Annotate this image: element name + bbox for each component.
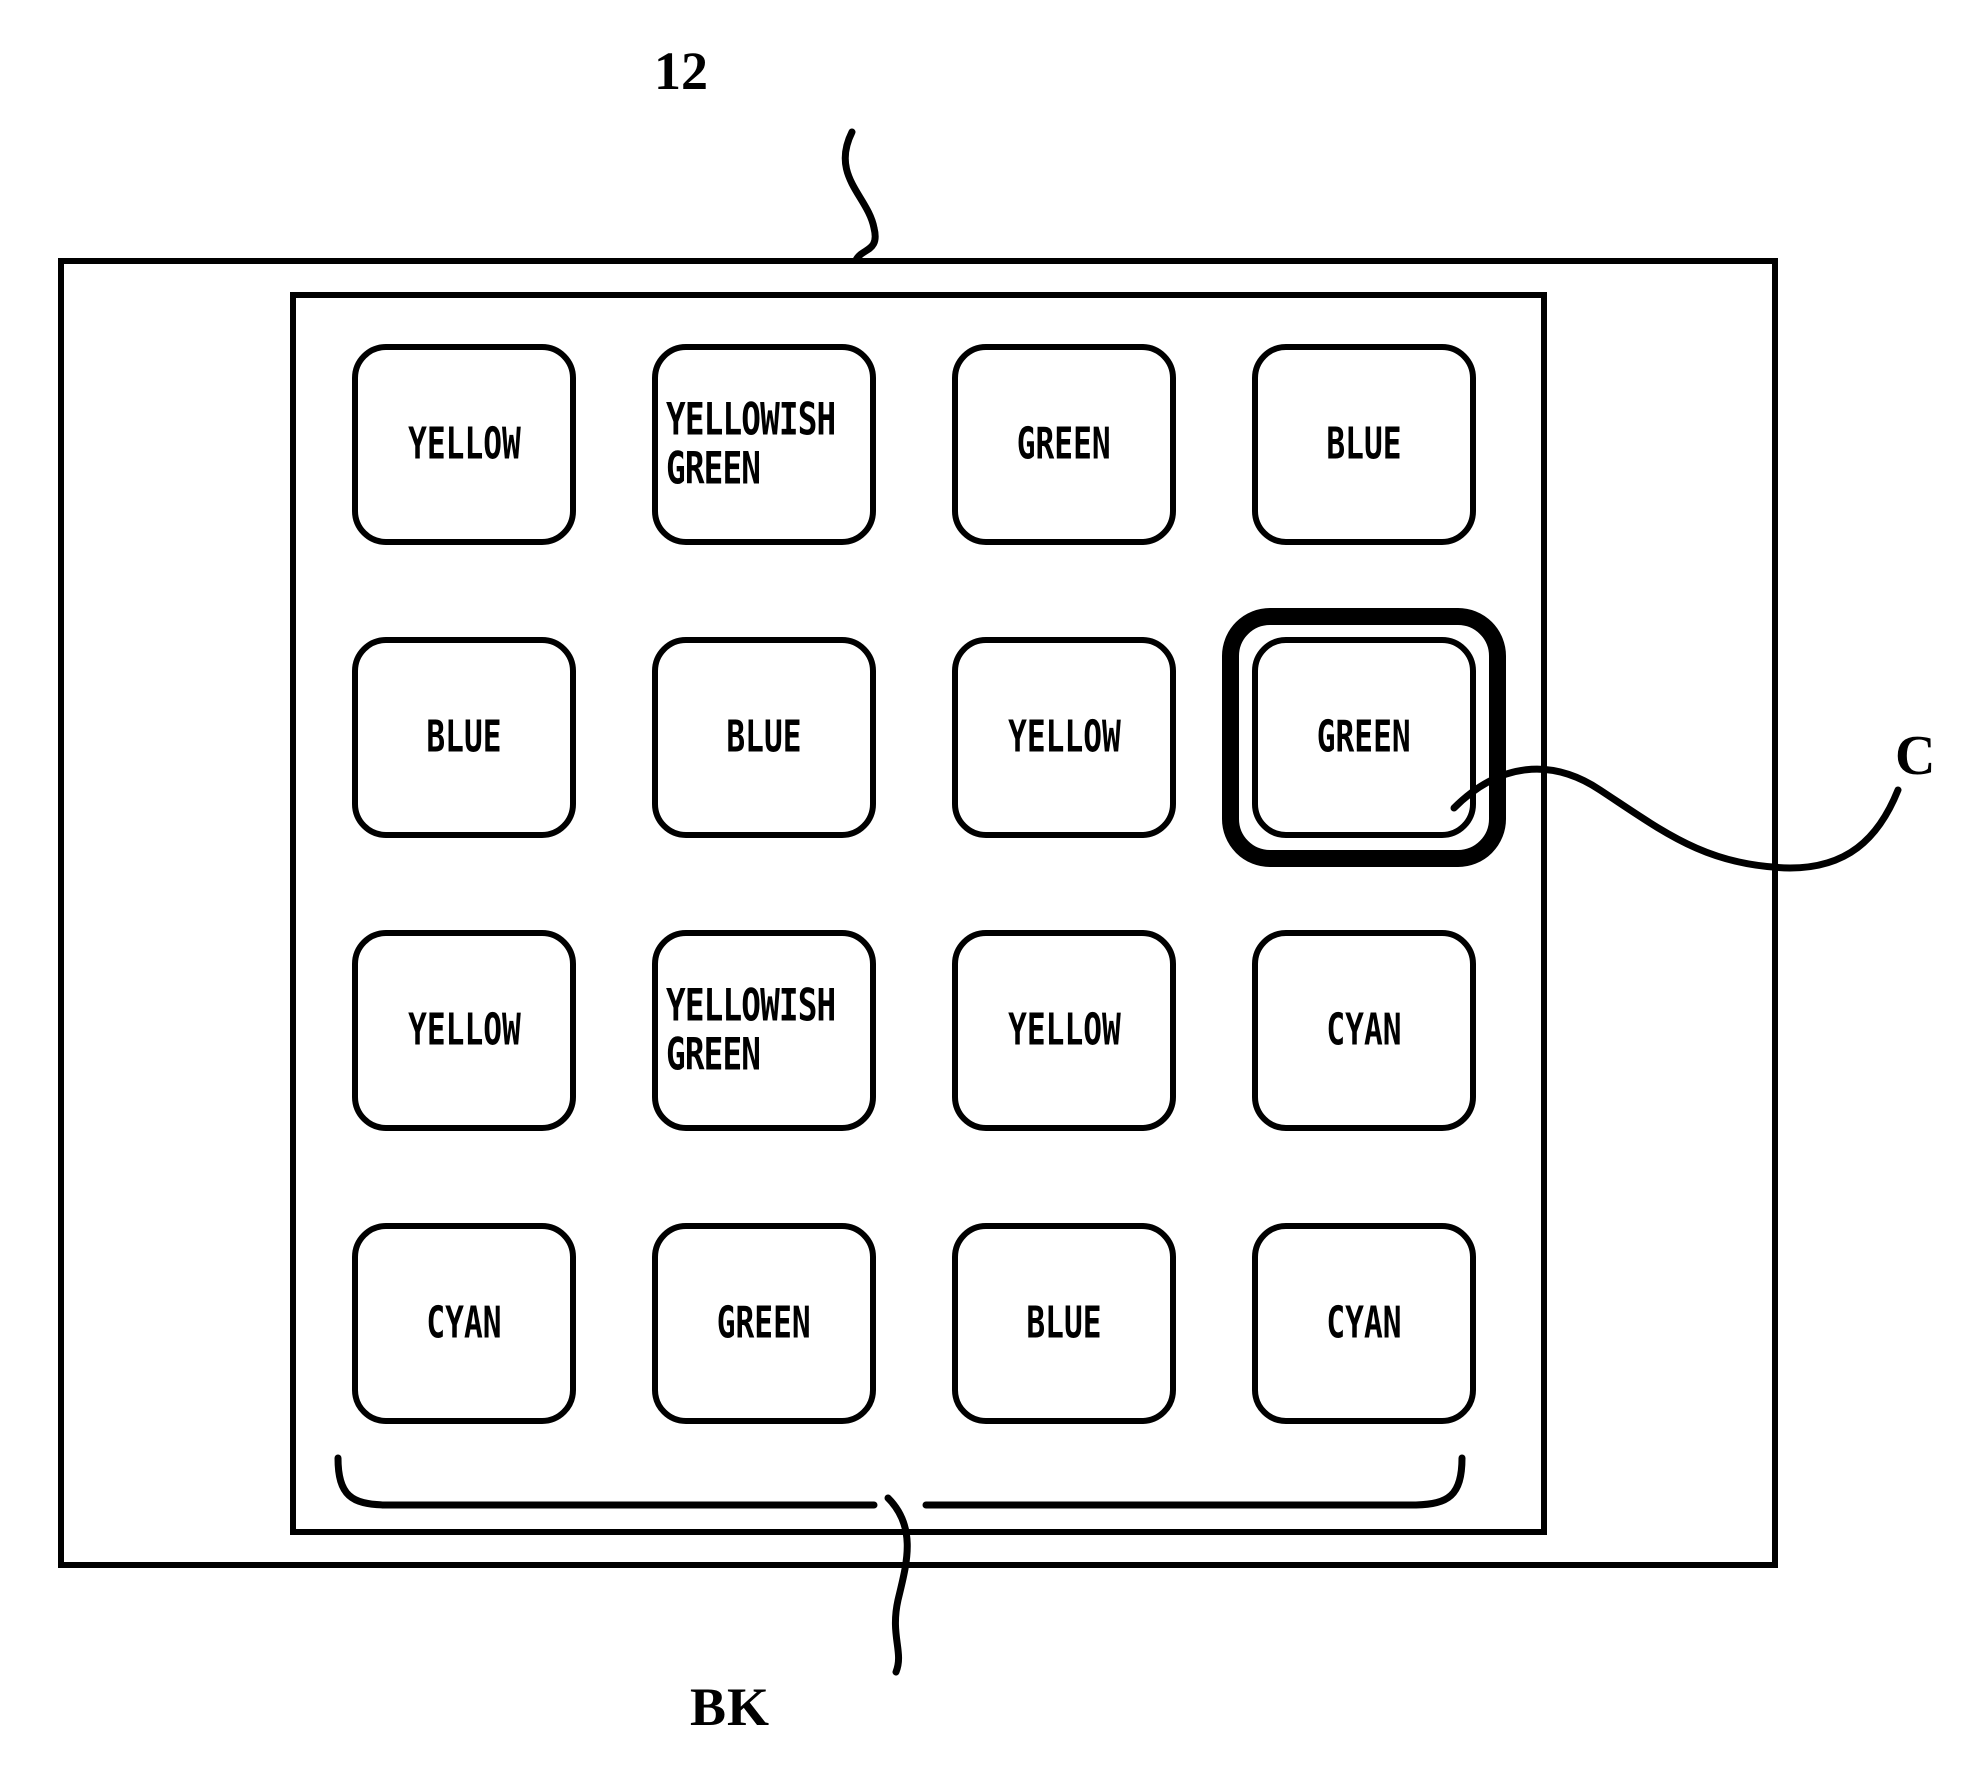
block-cell[interactable]: CYAN xyxy=(352,1223,576,1424)
color-block-label: GREEN xyxy=(1317,711,1411,763)
block-cell[interactable]: GREEN xyxy=(952,344,1176,545)
block-cell[interactable]: BLUE xyxy=(952,1223,1176,1424)
color-block[interactable]: GREEN xyxy=(952,344,1176,545)
color-block[interactable]: BLUE xyxy=(352,637,576,838)
color-block-label: YELLOW xyxy=(1007,1004,1121,1056)
color-block-label: CYAN xyxy=(426,1297,502,1349)
block-cell[interactable]: YELLOW xyxy=(352,344,576,545)
block-cell[interactable]: YELLOWISH GREEN xyxy=(652,344,876,545)
color-block[interactable]: GREEN xyxy=(1252,637,1476,838)
color-block-label: YELLOW xyxy=(407,418,521,470)
color-block[interactable]: BLUE xyxy=(1252,344,1476,545)
color-block[interactable]: CYAN xyxy=(1252,930,1476,1131)
color-block[interactable]: CYAN xyxy=(1252,1223,1476,1424)
color-block-label: BLUE xyxy=(726,711,802,763)
leader-line-12 xyxy=(841,128,879,264)
color-block[interactable]: YELLOWISH GREEN xyxy=(652,344,876,545)
color-block-label: GREEN xyxy=(717,1297,811,1349)
color-block-label: CYAN xyxy=(1326,1004,1402,1056)
color-block[interactable]: YELLOW xyxy=(352,344,576,545)
color-block-label: YELLOWISH GREEN xyxy=(666,393,836,494)
color-block-label: YELLOW xyxy=(407,1004,521,1056)
color-block-label: BLUE xyxy=(1326,418,1402,470)
block-cell[interactable]: CYAN xyxy=(1252,1223,1476,1424)
block-cell[interactable]: GREEN xyxy=(652,1223,876,1424)
color-block-label: CYAN xyxy=(1326,1297,1402,1349)
reference-label-12: 12 xyxy=(654,41,708,101)
reference-label-bk: BK xyxy=(690,1677,771,1737)
color-block[interactable]: YELLOW xyxy=(352,930,576,1131)
block-cell[interactable]: BLUE xyxy=(1252,344,1476,545)
color-block-label: BLUE xyxy=(1026,1297,1102,1349)
block-cell[interactable]: CYAN xyxy=(1252,930,1476,1131)
block-cell[interactable]: GREEN xyxy=(1222,608,1506,867)
color-block[interactable]: GREEN xyxy=(652,1223,876,1424)
color-block-label: YELLOW xyxy=(1007,711,1121,763)
color-block[interactable]: YELLOWISH GREEN xyxy=(652,930,876,1131)
figure-root: YELLOW YELLOWISH GREEN GREEN BLUE BLUE BLUE YE… xyxy=(0,0,1962,1769)
color-block[interactable]: CYAN xyxy=(352,1223,576,1424)
color-block[interactable]: BLUE xyxy=(952,1223,1176,1424)
block-cell[interactable]: YELLOWISH GREEN xyxy=(652,930,876,1131)
block-cell[interactable]: YELLOW xyxy=(952,637,1176,838)
block-cell[interactable]: YELLOW xyxy=(952,930,1176,1131)
color-block-label: BLUE xyxy=(426,711,502,763)
color-block[interactable]: BLUE xyxy=(652,637,876,838)
color-block[interactable]: YELLOW xyxy=(952,930,1176,1131)
block-cell[interactable]: BLUE xyxy=(352,637,576,838)
block-cell[interactable]: YELLOW xyxy=(352,930,576,1131)
color-block-grid: YELLOW YELLOWISH GREEN GREEN BLUE BLUE BLUE YE… xyxy=(352,344,1506,1424)
color-block[interactable]: YELLOW xyxy=(952,637,1176,838)
reference-label-c: C xyxy=(1895,725,1936,787)
block-cell[interactable]: BLUE xyxy=(652,637,876,838)
color-block-label: YELLOWISH GREEN xyxy=(666,979,836,1080)
color-block-label: GREEN xyxy=(1017,418,1111,470)
